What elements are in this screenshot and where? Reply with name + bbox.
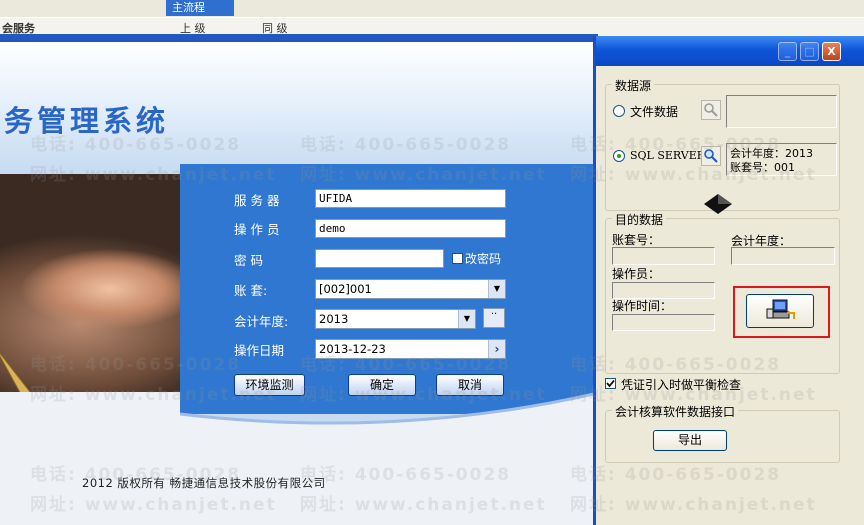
sql-search-icon[interactable] [701, 146, 721, 166]
file-browse-search-icon[interactable] [701, 100, 721, 120]
cancel-button[interactable]: 取消 [436, 374, 504, 396]
copyright-footer: 2012 版权所有 畅捷通信息技术股份有限公司 [82, 476, 326, 490]
environment-check-button[interactable]: 环境监测 [234, 374, 305, 396]
fiscal-year-select[interactable]: 2013 ▼ [315, 309, 476, 329]
system-title: 务管理系统 [4, 104, 170, 138]
export-button[interactable]: 导出 [653, 430, 727, 451]
change-password-checkbox[interactable] [452, 253, 463, 264]
operator-input[interactable]: demo [315, 219, 506, 238]
fiscal-year-label: 会计年度: [234, 314, 289, 329]
fiscal-year-value: 2013 [319, 312, 349, 326]
target-operator-label: 操作员： [612, 267, 661, 281]
accounting-interface-title: 会计核算软件数据接口 [612, 403, 739, 420]
target-data-title: 目的数据 [612, 211, 667, 228]
accounting-interface-group: 会计核算软件数据接口 导出 [605, 403, 840, 463]
login-window-body: 务管理系统 ? 帮助 服 务 器 操 作 员 密 码 账 套: 会计年度: 操作… [0, 42, 594, 525]
sql-info-field: 会计年度：2013 账套号：001 [726, 143, 837, 176]
server-input[interactable]: UFIDA [315, 189, 506, 208]
ok-button[interactable]: 确定 [348, 374, 416, 396]
account-select[interactable]: [002]001 ▼ [315, 279, 506, 299]
sql-server-label: SQL SERVER [630, 149, 706, 162]
computer-transfer-icon [766, 299, 795, 319]
account-label: 账 套: [234, 283, 268, 298]
data-source-title: 数据源 [612, 77, 655, 94]
target-data-group: 目的数据 账套号： 会计年度： 操作员： 操作时间： [605, 211, 840, 374]
login-window: 务管理系统 ? 帮助 服 务 器 操 作 员 密 码 账 套: 会计年度: 操作… [0, 34, 598, 525]
balance-check-label: 凭证引入时做平衡检查 [621, 378, 742, 392]
date-picker-arrow-icon[interactable]: › [488, 340, 505, 358]
sql-server-radio[interactable] [613, 150, 625, 162]
operation-date-picker[interactable]: 2013-12-23 › [315, 339, 506, 359]
target-fiscal-year-field [731, 247, 835, 265]
server-label: 服 务 器 [234, 193, 280, 208]
chevron-down-icon[interactable]: ▼ [488, 280, 505, 298]
operation-date-value: 2013-12-23 [319, 342, 386, 356]
maximize-icon[interactable]: □ [800, 42, 819, 61]
file-path-field[interactable] [726, 95, 837, 128]
chevron-down-icon[interactable]: ▼ [458, 310, 475, 328]
import-execute-button[interactable] [746, 294, 814, 328]
account-no-label: 账套号： [612, 233, 661, 247]
operation-time-field [612, 314, 715, 331]
fiscal-year-more-button[interactable]: ·· [483, 308, 505, 328]
checkmark-icon [606, 379, 615, 388]
file-data-label: 文件数据 [630, 105, 679, 119]
down-arrow-icon [704, 194, 732, 214]
decorative-curve [0, 392, 594, 525]
tab-main-flow[interactable]: 主流程 [166, 0, 234, 16]
account-value: [002]001 [319, 282, 372, 296]
close-icon[interactable]: X [822, 42, 841, 61]
operation-time-label: 操作时间： [612, 299, 673, 313]
file-data-radio[interactable] [613, 105, 625, 117]
password-input[interactable] [315, 249, 444, 268]
balance-check-checkbox[interactable] [605, 378, 616, 389]
minimize-icon[interactable]: _ [778, 42, 797, 61]
dialog-title-bar[interactable]: _ □ X [596, 36, 864, 66]
operation-date-label: 操作日期 [234, 343, 285, 358]
data-export-dialog: _ □ X 数据源 文件数据 SQL SERVER 会计年度：2013 账套号：… [593, 36, 864, 525]
account-no-field [612, 247, 715, 265]
change-password-label: 改密码 [465, 252, 502, 266]
sql-info-account: 账套号：001 [730, 161, 795, 174]
password-label: 密 码 [234, 253, 263, 268]
operator-label: 操 作 员 [234, 222, 280, 237]
